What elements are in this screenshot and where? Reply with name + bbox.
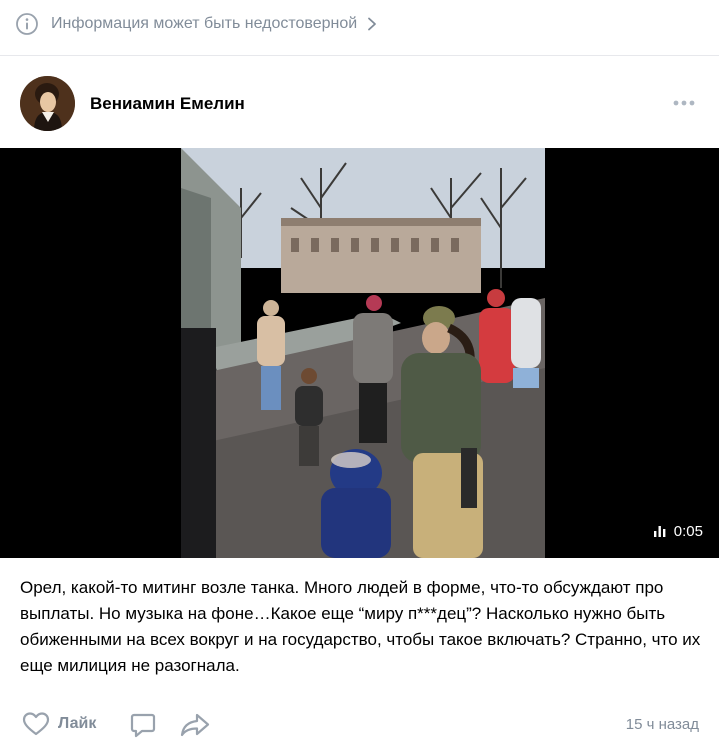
audio-bars-icon <box>653 526 666 537</box>
avatar[interactable] <box>20 76 75 131</box>
comment-icon <box>130 712 156 738</box>
duration-label: 0:05 <box>673 523 703 540</box>
video-player[interactable]: 0:05 <box>0 148 719 558</box>
video-frame <box>181 148 545 558</box>
heart-icon <box>22 711 50 737</box>
post-actions: Лайк 15 ч назад <box>0 707 719 741</box>
info-warning-bar[interactable]: Информация может быть недостоверной <box>0 0 719 48</box>
post-time[interactable]: 15 ч назад <box>626 716 699 733</box>
like-label: Лайк <box>58 715 97 732</box>
post-header: Вениамин Емелин <box>0 74 719 134</box>
chevron-right-icon <box>366 17 378 31</box>
author-name[interactable]: Вениамин Емелин <box>90 94 245 114</box>
divider <box>0 55 719 56</box>
post-text: Орел, какой-то митинг возле танка. Много… <box>20 578 701 675</box>
video-duration: 0:05 <box>653 523 703 540</box>
comment-button[interactable] <box>130 712 156 738</box>
share-button[interactable] <box>180 712 210 738</box>
more-horizontal-icon[interactable] <box>672 98 696 108</box>
warning-text: Информация может быть недостоверной <box>51 15 358 32</box>
info-icon <box>16 13 38 35</box>
share-icon <box>180 712 210 738</box>
like-button[interactable]: Лайк <box>22 711 96 737</box>
